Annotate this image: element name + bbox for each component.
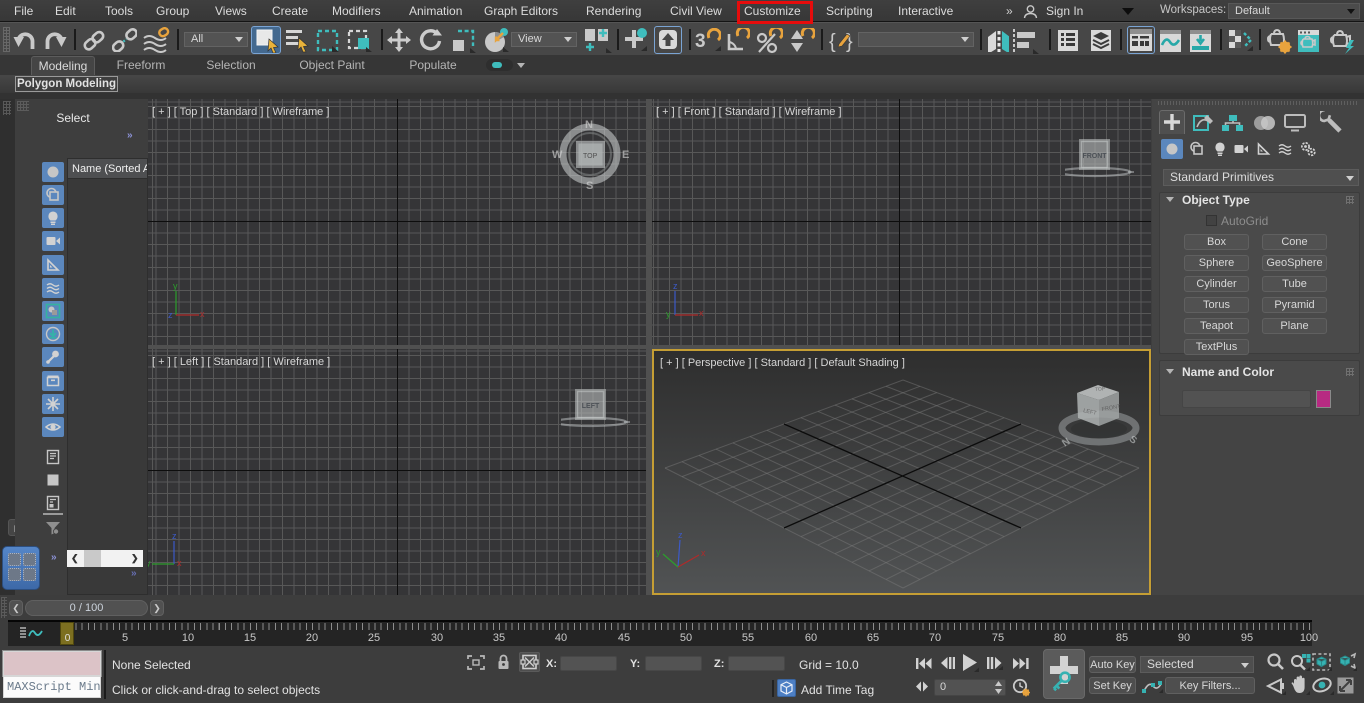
svg-text:z: z — [673, 281, 678, 291]
svg-text:y: y — [148, 558, 151, 568]
svg-text:x: x — [701, 548, 706, 558]
svg-text:TOP: TOP — [583, 153, 598, 160]
svg-text:z: z — [172, 531, 177, 541]
svg-text:x: x — [200, 309, 205, 319]
svg-text:S: S — [586, 180, 593, 192]
svg-text:x: x — [699, 308, 704, 318]
svg-text:x: x — [177, 558, 182, 568]
svg-text:FRONT: FRONT — [1082, 153, 1107, 160]
svg-text:z: z — [678, 531, 683, 540]
svg-text:{: { — [829, 31, 836, 53]
svg-text:y: y — [656, 547, 661, 557]
svg-text:z: z — [168, 310, 173, 320]
svg-text:E: E — [622, 149, 629, 161]
svg-text:N: N — [585, 119, 593, 131]
svg-text:LEFT: LEFT — [582, 403, 600, 410]
svg-text:y: y — [666, 309, 671, 319]
svg-text:3: 3 — [695, 31, 706, 52]
svg-text:TOP: TOP — [1095, 386, 1106, 393]
svg-text:W: W — [552, 149, 563, 161]
svg-text:y: y — [173, 281, 178, 291]
